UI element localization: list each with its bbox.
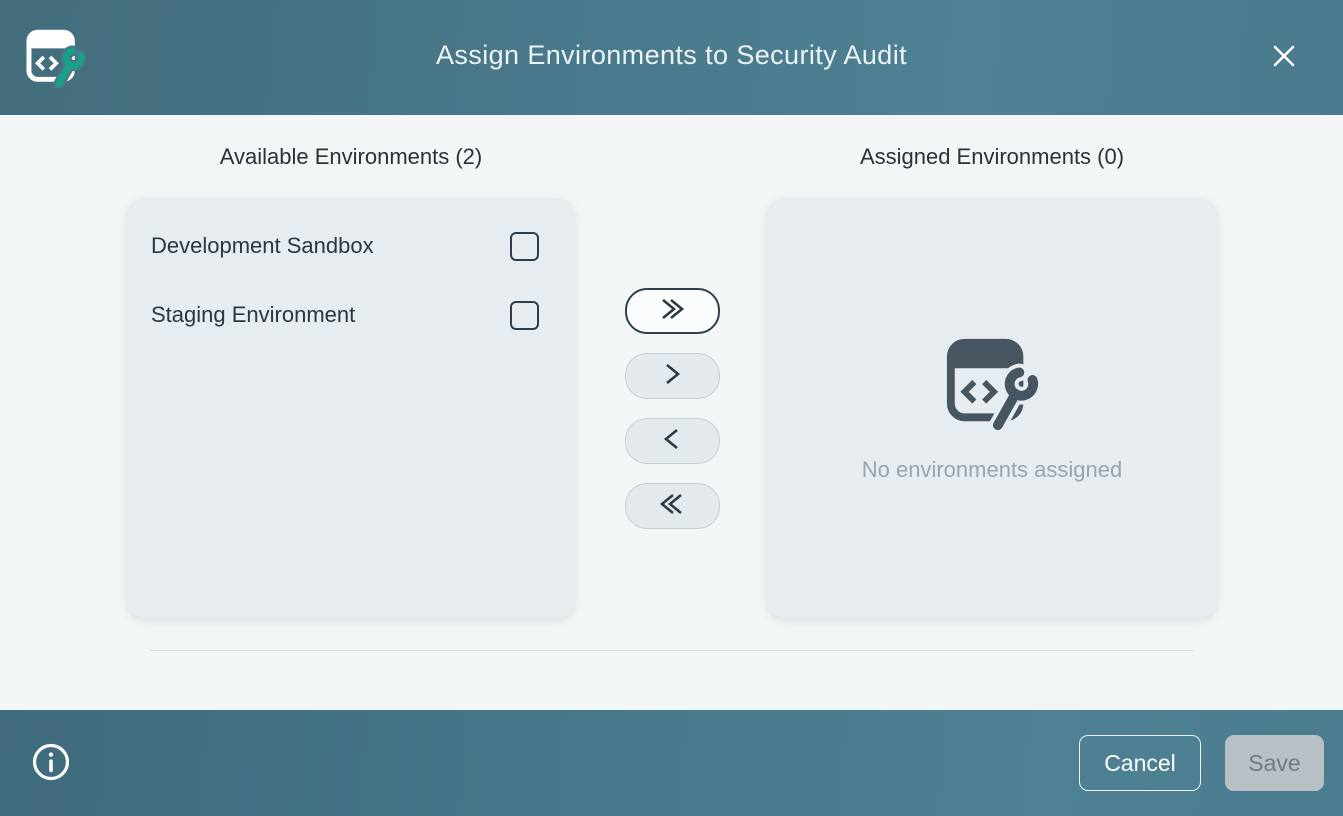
move-all-left-button[interactable] [625,483,720,529]
assigned-environments-panel: No environments assigned [767,198,1217,618]
assign-environments-dialog: Assign Environments to Security Audit Av… [0,0,1343,816]
environment-row[interactable]: Staging Environment [151,295,539,335]
dialog-footer: Cancel Save [0,710,1343,816]
environment-checkbox[interactable] [510,301,539,330]
dialog-title: Assign Environments to Security Audit [0,40,1343,71]
move-right-button[interactable] [625,353,720,399]
available-environments-panel: Development Sandbox Staging Environment [127,198,575,618]
double-chevron-left-icon [659,491,685,520]
code-window-wrench-icon [943,333,1041,431]
double-chevron-right-icon [659,296,685,325]
save-button[interactable]: Save [1225,735,1324,791]
environment-checkbox[interactable] [510,232,539,261]
close-icon [1268,40,1300,75]
move-all-right-button[interactable] [625,288,720,334]
divider [150,650,1193,651]
environment-label: Staging Environment [151,302,355,328]
environment-row[interactable]: Development Sandbox [151,226,539,266]
info-icon [31,742,71,785]
chevron-right-icon [659,361,685,390]
transfer-controls [624,198,720,618]
empty-state-text: No environments assigned [862,457,1122,483]
move-left-button[interactable] [625,418,720,464]
environment-label: Development Sandbox [151,233,374,259]
cancel-button[interactable]: Cancel [1079,735,1201,791]
available-environments-heading: Available Environments (2) [127,144,575,170]
assigned-environments-heading: Assigned Environments (0) [767,144,1217,170]
chevron-left-icon [659,426,685,455]
footer-actions: Cancel Save [1079,735,1324,791]
dialog-header: Assign Environments to Security Audit [0,0,1343,115]
close-button[interactable] [1265,38,1303,76]
info-button[interactable] [31,743,71,783]
